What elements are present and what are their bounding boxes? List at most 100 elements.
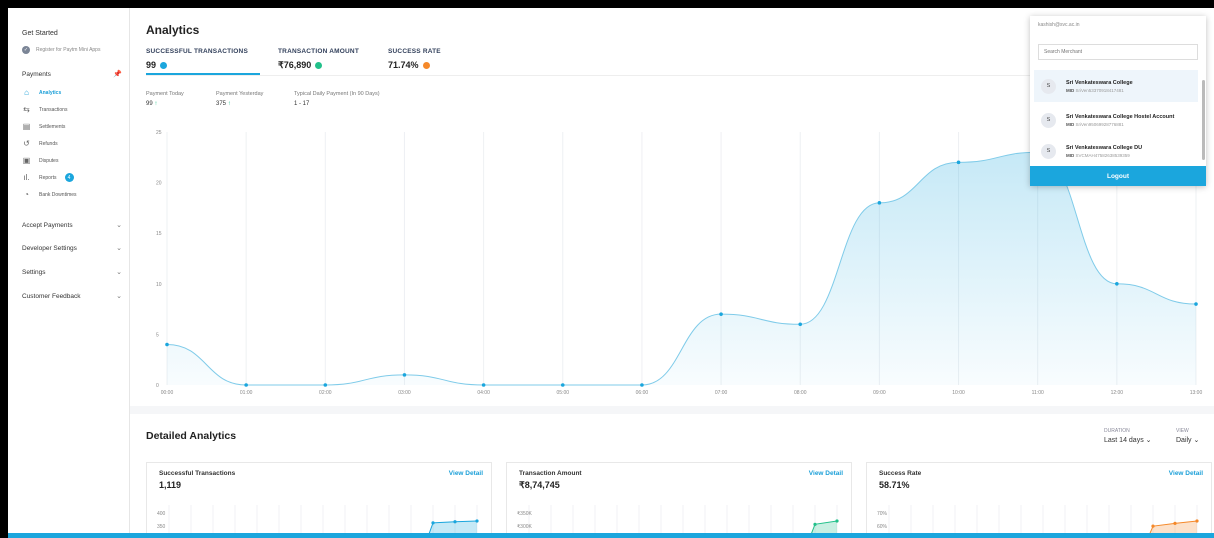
section-label: Developer Settings (22, 244, 77, 252)
sidebar-item-bank-downtimes[interactable]: ◔ Bank Downtimes (22, 190, 76, 199)
card-transaction-amount: Transaction Amount ₹8,74,745 View Detail… (506, 462, 852, 535)
stat-typical-daily: Typical Daily Payment (In 90 Days) 1 - 1… (294, 91, 380, 107)
sidebar-section-settings[interactable]: Settings ⌄ (22, 268, 122, 277)
x-tick-label: 00:00 (161, 390, 174, 396)
y-tick-label: ₹350K (517, 511, 533, 517)
avatar: S (1041, 143, 1056, 159)
sidebar-item-label: Refunds (39, 140, 58, 147)
sidebar-section-developer-settings[interactable]: Developer Settings ⌄ (22, 244, 122, 253)
x-tick-label: 10:00 (952, 390, 965, 396)
x-tick-label: 04:00 (477, 390, 490, 396)
search-merchant-input[interactable] (1038, 44, 1198, 60)
view-detail-link[interactable]: View Detail (449, 470, 483, 477)
chart-point (165, 342, 169, 347)
section-label: Settings (22, 268, 46, 276)
card-successful-transactions: Successful Transactions 1,119 View Detai… (146, 462, 492, 535)
card-value: 58.71% (879, 480, 910, 490)
duration-value: Last 14 days (1104, 437, 1144, 444)
x-tick-label: 13:00 (1190, 390, 1203, 396)
avatar: S (1041, 78, 1056, 94)
sidebar-item-refunds[interactable]: ↺ Refunds (22, 139, 58, 148)
section-divider (130, 406, 1214, 414)
section-label: Customer Feedback (22, 292, 81, 300)
y-tick-label: 60% (877, 524, 888, 530)
chart-point (877, 201, 882, 205)
sidebar-section-customer-feedback[interactable]: Customer Feedback ⌄ (22, 292, 122, 301)
app-window: Get Started ✓ Register for Paytm Mini Ap… (8, 8, 1214, 535)
x-tick-label: 07:00 (715, 390, 728, 396)
chart-point (719, 312, 723, 316)
merchant-item[interactable]: S Sri Venkateswara College DU MID SVCMAH… (1034, 138, 1198, 164)
merchant-mid: SriVen53370918417481 (1075, 87, 1124, 93)
tab-label: SUCCESS RATE (388, 48, 441, 55)
tab-transaction-amount[interactable]: TRANSACTION AMOUNT ₹76,890 (278, 48, 359, 71)
sidebar-section-accept-payments[interactable]: Accept Payments ⌄ (22, 221, 122, 230)
user-email: kashish@svc.ac.in (1038, 22, 1080, 28)
chevron-down-icon: ⌄ (116, 293, 122, 300)
view-detail-link[interactable]: View Detail (1169, 470, 1203, 477)
sidebar-item-analytics[interactable]: ⌂ Analytics (22, 88, 61, 97)
mini-chart: ₹350K ₹300K (517, 505, 839, 535)
chart-point (1194, 302, 1198, 306)
card-value: 1,119 (159, 480, 182, 490)
tab-label: SUCCESSFUL TRANSACTIONS (146, 48, 248, 55)
mini-point (1173, 521, 1177, 525)
arrow-up-icon: ↑ (154, 101, 158, 107)
status-dot-orange (422, 61, 430, 69)
view-detail-link[interactable]: View Detail (809, 470, 843, 477)
tab-success-rate[interactable]: SUCCESS RATE 71.74% (388, 48, 441, 70)
home-icon: ⌂ (24, 88, 29, 97)
x-tick-label: 08:00 (794, 390, 807, 396)
x-tick-label: 01:00 (240, 390, 253, 396)
tab-divider (146, 75, 1146, 76)
view-value: Daily (1176, 437, 1192, 444)
section-label: Accept Payments (22, 221, 73, 229)
sidebar-item-label: Settlements (39, 123, 66, 130)
card-title: Success Rate (879, 470, 922, 477)
chart-point (956, 160, 961, 165)
view-dropdown[interactable]: VIEW Daily ⌄ (1176, 428, 1199, 444)
chevron-down-icon: ⌄ (116, 269, 122, 276)
chart-point (323, 383, 328, 387)
merchant-name: Sri Venkateswara College Hostel Account (1066, 113, 1175, 120)
bar-chart-icon: ıl. (23, 173, 30, 182)
chevron-down-icon: ⌄ (1193, 437, 1200, 444)
y-tick-label: 70% (877, 511, 888, 517)
chart-point (481, 383, 486, 387)
card-title: Transaction Amount (519, 470, 582, 477)
sidebar-item-transactions[interactable]: ⇆ Transactions (22, 105, 67, 114)
chart-point (798, 322, 803, 327)
payments-section[interactable]: Payments 📌 (22, 70, 122, 79)
merchant-switcher-dropdown: kashish@svc.ac.in S Sri Venkateswara Col… (1030, 16, 1206, 186)
sidebar-item-label: Disputes (39, 157, 59, 164)
pin-icon[interactable]: 📌 (113, 70, 122, 78)
get-started-heading: Get Started (22, 30, 58, 37)
duration-dropdown[interactable]: DURATION Last 14 days ⌄ (1104, 428, 1152, 444)
inbox-icon: ▣ (22, 156, 31, 165)
status-dot-blue (160, 61, 168, 69)
detailed-analytics-title: Detailed Analytics (146, 430, 237, 442)
stat-label: Typical Daily Payment (In 90 Days) (294, 91, 380, 97)
tab-successful-transactions[interactable]: SUCCESSFUL TRANSACTIONS 99 (146, 48, 248, 70)
sidebar-item-disputes[interactable]: ▣ Disputes (22, 156, 59, 165)
refund-icon: ↺ (23, 139, 30, 148)
arrow-up-icon: ↑ (227, 101, 231, 107)
transfer-icon: ⇆ (23, 105, 30, 114)
merchant-name: Sri Venkateswara College (1066, 79, 1133, 86)
y-tick-label: 0 (156, 383, 159, 389)
merchant-item[interactable]: S Sri Venkateswara College MID SriVen533… (1034, 70, 1198, 102)
avatar: S (1041, 112, 1056, 128)
stat-value: 99 (146, 101, 153, 107)
merchant-item[interactable]: S Sri Venkateswara College Hostel Accoun… (1034, 104, 1198, 136)
reports-badge: 4 (64, 173, 74, 182)
status-dot-green (315, 62, 323, 69)
sidebar-item-settlements[interactable]: ▤ Settlements (22, 122, 66, 131)
mid-label: MID (1066, 121, 1075, 127)
register-link[interactable]: ✓ Register for Paytm Mini Apps (22, 46, 100, 54)
logout-button[interactable]: Logout (1030, 166, 1206, 186)
y-tick-label: 400 (157, 511, 166, 517)
x-tick-label: 12:00 (1111, 390, 1124, 396)
scrollbar-thumb[interactable] (1202, 80, 1205, 160)
check-icon: ✓ (22, 46, 30, 54)
sidebar-item-reports[interactable]: ıl. Reports 4 (22, 173, 74, 182)
